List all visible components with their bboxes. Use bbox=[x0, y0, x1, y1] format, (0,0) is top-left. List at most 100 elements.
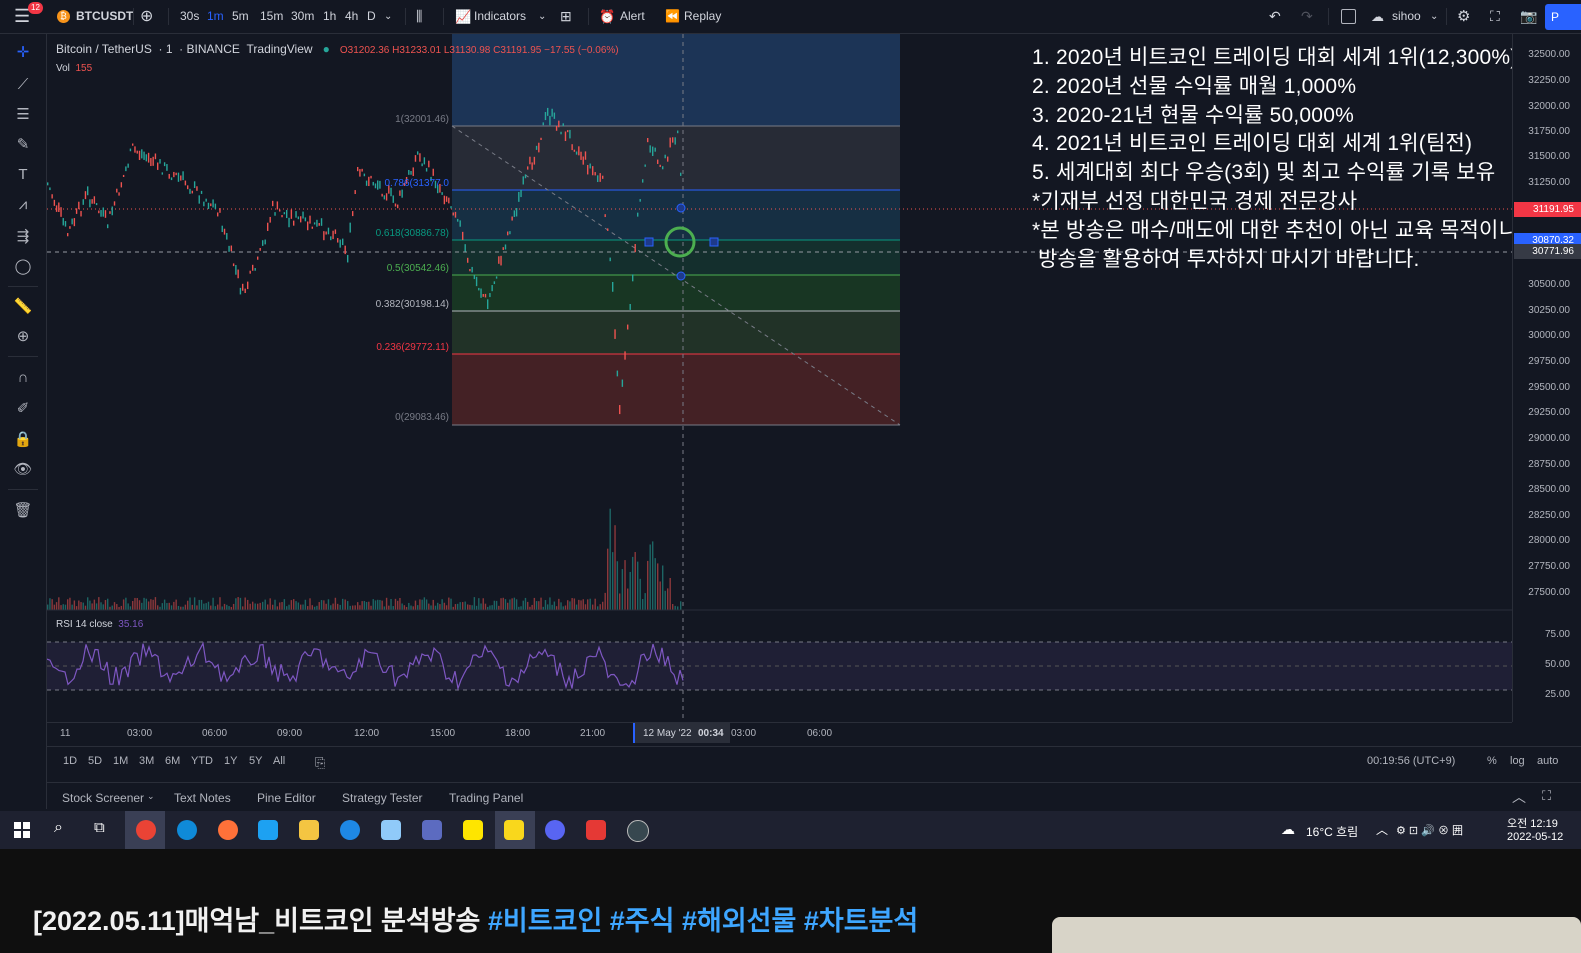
app-red-icon[interactable] bbox=[586, 820, 606, 840]
layout-name[interactable]: sihoo bbox=[1392, 0, 1421, 33]
app-bird-icon[interactable] bbox=[258, 820, 278, 840]
discord-icon[interactable] bbox=[545, 820, 565, 840]
crosshair-icon[interactable]: ✛ bbox=[12, 42, 34, 64]
tab-strategy-tester[interactable]: Strategy Tester bbox=[342, 791, 422, 805]
windows-start-icon[interactable] bbox=[14, 822, 30, 838]
percent-scale-toggle[interactable]: % bbox=[1487, 755, 1497, 767]
kakaotalk-icon[interactable] bbox=[463, 820, 483, 840]
ruler-icon[interactable]: 📏 bbox=[12, 296, 34, 318]
trash-icon[interactable]: 🗑 bbox=[12, 500, 34, 522]
trendline-icon[interactable]: ⟋ bbox=[12, 74, 34, 96]
task-view-icon[interactable]: ⧉ bbox=[94, 819, 105, 836]
legend-title[interactable]: Bitcoin / TetherUS bbox=[56, 42, 152, 56]
interval-1h[interactable]: 1h bbox=[323, 0, 336, 33]
video-hashtags[interactable]: #비트코인 #주식 #해외선물 #차트분석 bbox=[488, 906, 918, 936]
clock-date[interactable]: 2022-05-12 bbox=[1507, 831, 1563, 843]
text-icon[interactable]: T bbox=[12, 164, 34, 186]
indicators-button[interactable]: Indicators bbox=[474, 0, 526, 33]
fullscreen-icon[interactable]: ⛶ bbox=[1490, 0, 1500, 33]
calculator-icon[interactable] bbox=[422, 820, 442, 840]
lock-drawing-icon[interactable]: ✐ bbox=[12, 398, 34, 420]
search-icon[interactable]: ⌕ bbox=[54, 819, 63, 837]
chevron-down-icon[interactable]: ⌄ bbox=[147, 791, 155, 802]
tab-trading-panel[interactable]: Trading Panel bbox=[449, 791, 523, 805]
clock-label[interactable]: 00:19:56 (UTC+9) bbox=[1367, 755, 1455, 767]
volume-bar bbox=[677, 606, 679, 610]
tab-stock-screener[interactable]: Stock Screener bbox=[62, 791, 144, 805]
interval-D[interactable]: D bbox=[367, 0, 376, 33]
range-button-all[interactable]: All bbox=[273, 755, 285, 767]
symbol-search[interactable]: BTCUSDT bbox=[76, 0, 133, 33]
clock-time[interactable]: 오전 12:19 bbox=[1507, 815, 1558, 831]
maximize-panel-icon[interactable]: ⛶ bbox=[1542, 788, 1551, 804]
settings-gear-icon[interactable]: ⚙ bbox=[1457, 0, 1470, 33]
compare-add-icon[interactable]: ⊕ bbox=[140, 0, 153, 33]
internet-explorer-icon[interactable] bbox=[340, 820, 360, 840]
zoom-in-icon[interactable]: ⊕ bbox=[12, 326, 34, 348]
alert-button[interactable]: Alert bbox=[620, 0, 645, 33]
range-button-ytd[interactable]: YTD bbox=[191, 755, 213, 767]
volume-bar bbox=[226, 604, 228, 610]
interval-4h[interactable]: 4h bbox=[345, 0, 358, 33]
weather-label[interactable]: 16°C 흐림 bbox=[1306, 823, 1358, 840]
prediction-icon[interactable]: ⇶ bbox=[12, 226, 34, 248]
interval-30s[interactable]: 30s bbox=[180, 0, 199, 33]
range-button-5d[interactable]: 5D bbox=[88, 755, 102, 767]
chevron-down-icon[interactable]: ⌄ bbox=[1430, 0, 1438, 33]
file-explorer-icon[interactable] bbox=[299, 820, 319, 840]
replay-button[interactable]: Replay bbox=[684, 0, 721, 33]
candle bbox=[141, 149, 143, 159]
ad-banner-thumbnail[interactable] bbox=[1052, 917, 1581, 953]
tab-text-notes[interactable]: Text Notes bbox=[174, 791, 231, 805]
sticky-notes-icon[interactable] bbox=[504, 820, 524, 840]
log-scale-toggle[interactable]: log bbox=[1510, 755, 1525, 767]
volume-bar bbox=[166, 603, 168, 610]
chevron-down-icon[interactable]: ⌄ bbox=[384, 0, 392, 33]
undo-icon[interactable]: ↶ bbox=[1269, 0, 1281, 33]
auto-scale-toggle[interactable]: auto bbox=[1537, 755, 1558, 767]
fib-retracement-icon[interactable]: ☰ bbox=[12, 104, 34, 126]
range-button-1d[interactable]: 1D bbox=[63, 755, 77, 767]
chevron-down-icon[interactable]: ⌄ bbox=[538, 0, 546, 33]
app-icon[interactable] bbox=[381, 820, 401, 840]
range-button-3m[interactable]: 3M bbox=[139, 755, 154, 767]
edge-icon[interactable] bbox=[177, 820, 197, 840]
redo-icon[interactable]: ↷ bbox=[1301, 0, 1313, 33]
magnet-icon[interactable]: ∩ bbox=[12, 367, 34, 389]
rsi-label[interactable]: RSI 14 close bbox=[56, 619, 113, 630]
pattern-icon[interactable]: ⩘ bbox=[12, 194, 34, 216]
candle bbox=[51, 194, 53, 199]
tray-icons[interactable]: ⚙ ⊡ 🔊 ⊗ 囲 bbox=[1396, 822, 1463, 838]
interval-15m[interactable]: 15m bbox=[260, 0, 283, 33]
candle bbox=[564, 131, 567, 142]
range-button-1m[interactable]: 1M bbox=[113, 755, 128, 767]
candle bbox=[332, 230, 334, 240]
tab-pine-editor[interactable]: Pine Editor bbox=[257, 791, 316, 805]
candles-type-icon[interactable]: ⫼ bbox=[416, 0, 422, 33]
candle bbox=[592, 166, 594, 176]
publish-button[interactable]: P bbox=[1545, 4, 1581, 30]
interval-1m[interactable]: 1m bbox=[207, 0, 224, 33]
shapes-icon[interactable]: ◯ bbox=[12, 256, 34, 278]
chrome-icon[interactable] bbox=[136, 820, 156, 840]
time-axis[interactable]: 12 May '22 00:34 11 03:00 06:00 09:00 12:00 1… bbox=[47, 722, 1512, 745]
goto-date-icon[interactable]: ⎘ bbox=[315, 755, 325, 771]
range-button-1y[interactable]: 1Y bbox=[224, 755, 237, 767]
lock-icon[interactable]: 🔒 bbox=[12, 429, 34, 451]
layout-icon[interactable] bbox=[1341, 9, 1356, 24]
volume-bar bbox=[443, 602, 446, 610]
range-button-5y[interactable]: 5Y bbox=[249, 755, 262, 767]
camera-icon[interactable]: 📷 bbox=[1520, 0, 1537, 33]
eye-icon[interactable]: 👁 bbox=[12, 459, 34, 481]
vol-label[interactable]: Vol bbox=[56, 63, 70, 74]
collapse-panel-icon[interactable]: ︿ bbox=[1512, 787, 1526, 807]
obs-icon[interactable] bbox=[627, 820, 649, 842]
tray-chevron-icon[interactable]: ︿ bbox=[1376, 821, 1388, 838]
brush-icon[interactable]: ✎ bbox=[12, 134, 34, 156]
interval-5m[interactable]: 5m bbox=[232, 0, 249, 33]
interval-30m[interactable]: 30m bbox=[291, 0, 314, 33]
firefox-icon[interactable] bbox=[218, 820, 238, 840]
templates-icon[interactable]: ⊞ bbox=[560, 0, 572, 33]
range-button-6m[interactable]: 6M bbox=[165, 755, 180, 767]
price-axis[interactable]: 32500.00 32250.00 32000.00 31750.00 31500.00… bbox=[1512, 34, 1581, 722]
